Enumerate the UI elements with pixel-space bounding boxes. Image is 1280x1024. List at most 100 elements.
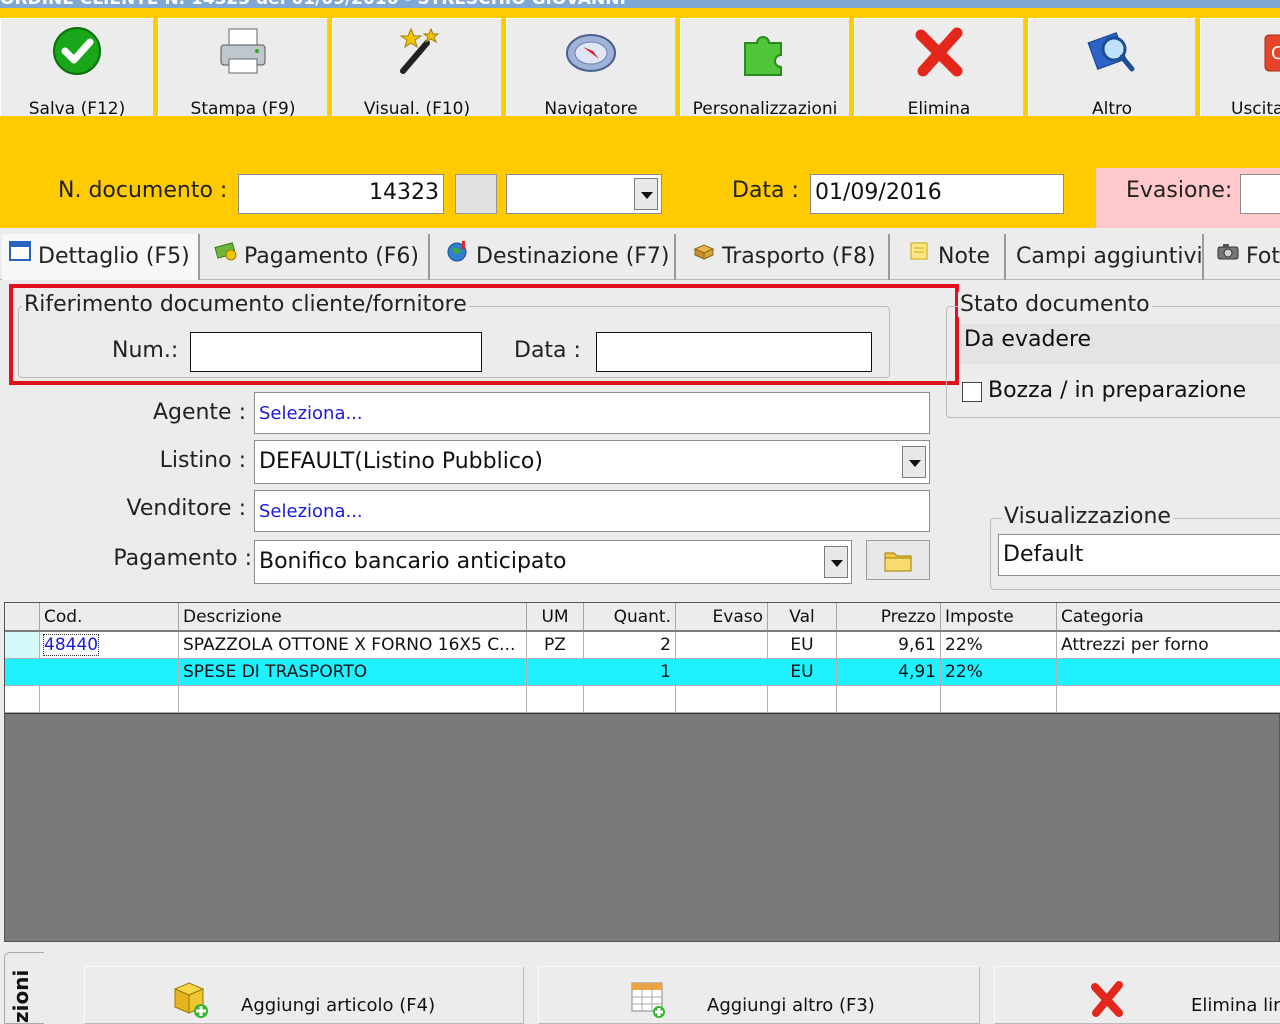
magic-wand-icon (333, 23, 501, 85)
stato-group-label: Stato documento (958, 292, 1152, 317)
cell-val[interactable] (768, 686, 837, 713)
tab-trasporto[interactable]: Trasporto (F8) (678, 234, 890, 280)
venditore-label: Venditore : (126, 496, 247, 521)
check-icon (1, 23, 153, 85)
more-button[interactable]: Altro (1028, 18, 1196, 124)
cell-evaso[interactable] (676, 659, 768, 686)
pagamento-folder-button[interactable] (866, 540, 930, 580)
table-row[interactable]: 48440 SPAZZOLA OTTONE X FORNO 16X5 C... … (5, 632, 1280, 659)
series-dropdown-arrow[interactable] (634, 178, 658, 210)
venditore-field[interactable]: Seleziona... (254, 490, 930, 532)
delete-line-button[interactable]: Elimina line (994, 966, 1280, 1024)
truck-icon (692, 234, 716, 280)
add-other-button[interactable]: Aggiungi altro (F3) (538, 966, 980, 1024)
tab-destinazione-label: Destinazione (F7) (476, 244, 670, 269)
visual-button[interactable]: Visual. (F10) (332, 18, 502, 124)
cell-imposte[interactable]: 22% (941, 632, 1057, 659)
cell-evaso[interactable] (676, 686, 768, 713)
table-row[interactable]: SPESE DI TRASPORTO 1 EU 4,91 22% (5, 659, 1280, 686)
col-header-cod[interactable]: Cod. (40, 603, 179, 631)
box-add-icon (171, 979, 211, 1023)
exit-icon: C (1201, 23, 1280, 85)
agente-field[interactable]: Seleziona... (254, 392, 930, 434)
cell-categoria[interactable] (1057, 686, 1280, 713)
evasione-field[interactable] (1240, 174, 1280, 214)
listino-select[interactable]: DEFAULT(Listino Pubblico) (254, 440, 930, 484)
bozza-checkbox[interactable] (962, 382, 982, 402)
col-header-um[interactable]: UM (527, 603, 584, 631)
tab-foto[interactable]: Fot (1206, 234, 1280, 280)
cell-val[interactable]: EU (768, 659, 837, 686)
date-label: Data : (732, 178, 799, 203)
cell-imposte[interactable]: 22% (941, 659, 1057, 686)
tab-note-label: Note (938, 244, 991, 269)
search-icon (1029, 23, 1195, 85)
cell-cod[interactable] (40, 659, 179, 686)
cell-cod[interactable] (40, 686, 179, 713)
col-header-evaso[interactable]: Evaso (676, 603, 768, 631)
cell-imposte[interactable] (941, 686, 1057, 713)
cell-um[interactable]: PZ (527, 632, 584, 659)
pagamento-label: Pagamento : (113, 546, 252, 571)
cell-categoria[interactable]: Attrezzi per forno (1057, 632, 1280, 659)
row-selector[interactable] (5, 659, 40, 686)
tab-note[interactable]: Note (892, 234, 1006, 280)
doc-number-field[interactable]: 14323 (238, 174, 444, 214)
tab-trasporto-label: Trasporto (F8) (722, 244, 876, 269)
navigator-button[interactable]: Navigatore (506, 18, 676, 124)
actions-bar: zioni Aggiungi articolo (F4) Aggiungi al… (0, 942, 1280, 1024)
visual-group-label: Visualizzazione (1002, 504, 1173, 529)
cell-prezzo[interactable]: 4,91 (837, 659, 941, 686)
annotation-highlight-box (9, 284, 959, 385)
evasione-label: Evasione: (1126, 178, 1233, 203)
cell-categoria[interactable] (1057, 659, 1280, 686)
cell-um[interactable] (527, 659, 584, 686)
col-header-val[interactable]: Val (768, 603, 837, 631)
cell-cod-text: 48440 (42, 634, 100, 656)
listino-dropdown-arrow[interactable] (902, 446, 926, 478)
delete-x-icon (1087, 979, 1127, 1023)
row-selector[interactable] (5, 686, 40, 713)
cell-descrizione[interactable] (179, 686, 527, 713)
col-header-imposte[interactable]: Imposte (941, 603, 1057, 631)
actions-side-tab[interactable]: zioni (4, 952, 44, 1024)
delete-button[interactable]: Elimina (854, 18, 1024, 124)
tab-campi-label: Campi aggiuntivi (1016, 244, 1203, 269)
cell-val[interactable]: EU (768, 632, 837, 659)
customize-button[interactable]: Personalizzazioni (680, 18, 850, 124)
pagamento-dropdown-arrow[interactable] (824, 546, 848, 578)
row-selector[interactable] (5, 632, 40, 659)
cell-prezzo[interactable] (837, 686, 941, 713)
cell-quant[interactable]: 2 (584, 632, 676, 659)
tab-destinazione[interactable]: Destinazione (F7) (432, 234, 676, 280)
table-row[interactable] (5, 686, 1280, 713)
cell-quant[interactable]: 1 (584, 659, 676, 686)
col-header-descrizione[interactable]: Descrizione (179, 603, 527, 631)
col-header-quant[interactable]: Quant. (584, 603, 676, 631)
save-button[interactable]: Salva (F12) (0, 18, 154, 124)
col-header-categoria[interactable]: Categoria (1057, 603, 1280, 631)
cell-descrizione[interactable]: SPAZZOLA OTTONE X FORNO 16X5 C... (179, 632, 527, 659)
cell-evaso[interactable] (676, 632, 768, 659)
pagamento-select[interactable]: Bonifico bancario anticipato (254, 540, 852, 584)
cell-quant[interactable] (584, 686, 676, 713)
compass-icon (507, 23, 675, 85)
exit-button[interactable]: C Uscita (1200, 18, 1280, 124)
tab-pagamento[interactable]: Pagamento (F6) (202, 234, 430, 280)
doc-number-label: N. documento : (58, 178, 228, 203)
cell-descrizione[interactable]: SPESE DI TRASPORTO (179, 659, 527, 686)
tab-dettaglio[interactable]: Dettaglio (F5) (2, 234, 200, 280)
grid-header-selector (5, 603, 40, 631)
calendar-icon (8, 234, 32, 280)
visual-select[interactable]: Default (998, 534, 1280, 576)
tab-campi-aggiuntivi[interactable]: Campi aggiuntivi (1008, 234, 1204, 280)
add-article-button[interactable]: Aggiungi articolo (F4) (84, 966, 524, 1024)
doc-number-button[interactable] (455, 174, 497, 214)
cell-um[interactable] (527, 686, 584, 713)
date-field[interactable]: 01/09/2016 (810, 174, 1064, 214)
cell-cod[interactable]: 48440 (40, 632, 179, 659)
delete-line-label: Elimina line (1191, 995, 1280, 1016)
col-header-prezzo[interactable]: Prezzo (837, 603, 941, 631)
print-button[interactable]: Stampa (F9) (158, 18, 328, 124)
cell-prezzo[interactable]: 9,61 (837, 632, 941, 659)
